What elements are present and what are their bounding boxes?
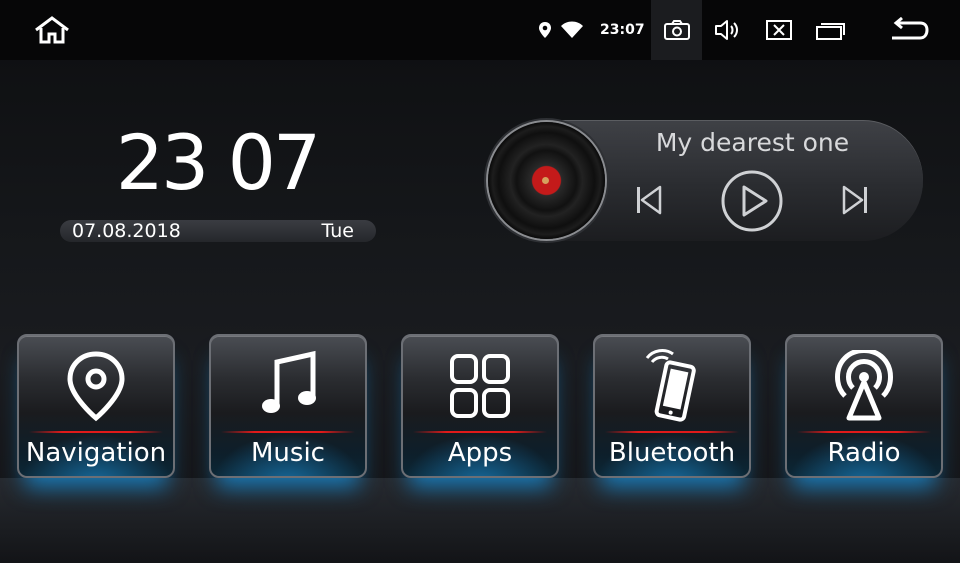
tile-label: Navigation (25, 438, 167, 468)
next-icon[interactable] (836, 180, 876, 220)
camera-icon[interactable] (662, 0, 692, 60)
close-window-icon[interactable] (764, 0, 794, 60)
status-bar: 23:07 (0, 0, 960, 60)
location-icon (535, 0, 555, 60)
weekday-label: Tue (321, 220, 354, 242)
phone-signal-icon (595, 348, 749, 424)
tile-label: Radio (827, 438, 901, 468)
map-pin-icon (19, 348, 173, 424)
tile-radio[interactable]: Radio (785, 334, 943, 478)
play-icon[interactable] (720, 169, 784, 233)
tile-music[interactable]: Music (209, 334, 367, 478)
status-time: 23:07 (600, 22, 645, 38)
music-note-icon (211, 348, 365, 424)
previous-icon[interactable] (628, 180, 668, 220)
date-label: 07.08.2018 (72, 220, 181, 242)
date-bar: 07.08.2018 Tue (60, 220, 376, 242)
back-icon[interactable] (886, 0, 932, 60)
tile-navigation[interactable]: Navigation (17, 334, 175, 478)
song-title: My dearest one (655, 128, 850, 157)
tile-label: Apps (447, 438, 513, 468)
clock-time[interactable]: 23 07 (58, 118, 376, 208)
volume-icon[interactable] (712, 0, 744, 60)
tile-bluetooth[interactable]: Bluetooth (593, 334, 751, 478)
apps-grid-icon (403, 348, 557, 424)
home-icon[interactable] (28, 0, 76, 60)
multitask-icon[interactable] (814, 0, 848, 60)
tile-label: Music (251, 438, 325, 468)
tile-label: Bluetooth (608, 438, 736, 468)
floor-reflection (0, 478, 960, 563)
radio-tower-icon (787, 348, 941, 424)
vinyl-center (542, 177, 549, 184)
tile-apps[interactable]: Apps (401, 334, 559, 478)
wifi-icon (559, 0, 585, 60)
